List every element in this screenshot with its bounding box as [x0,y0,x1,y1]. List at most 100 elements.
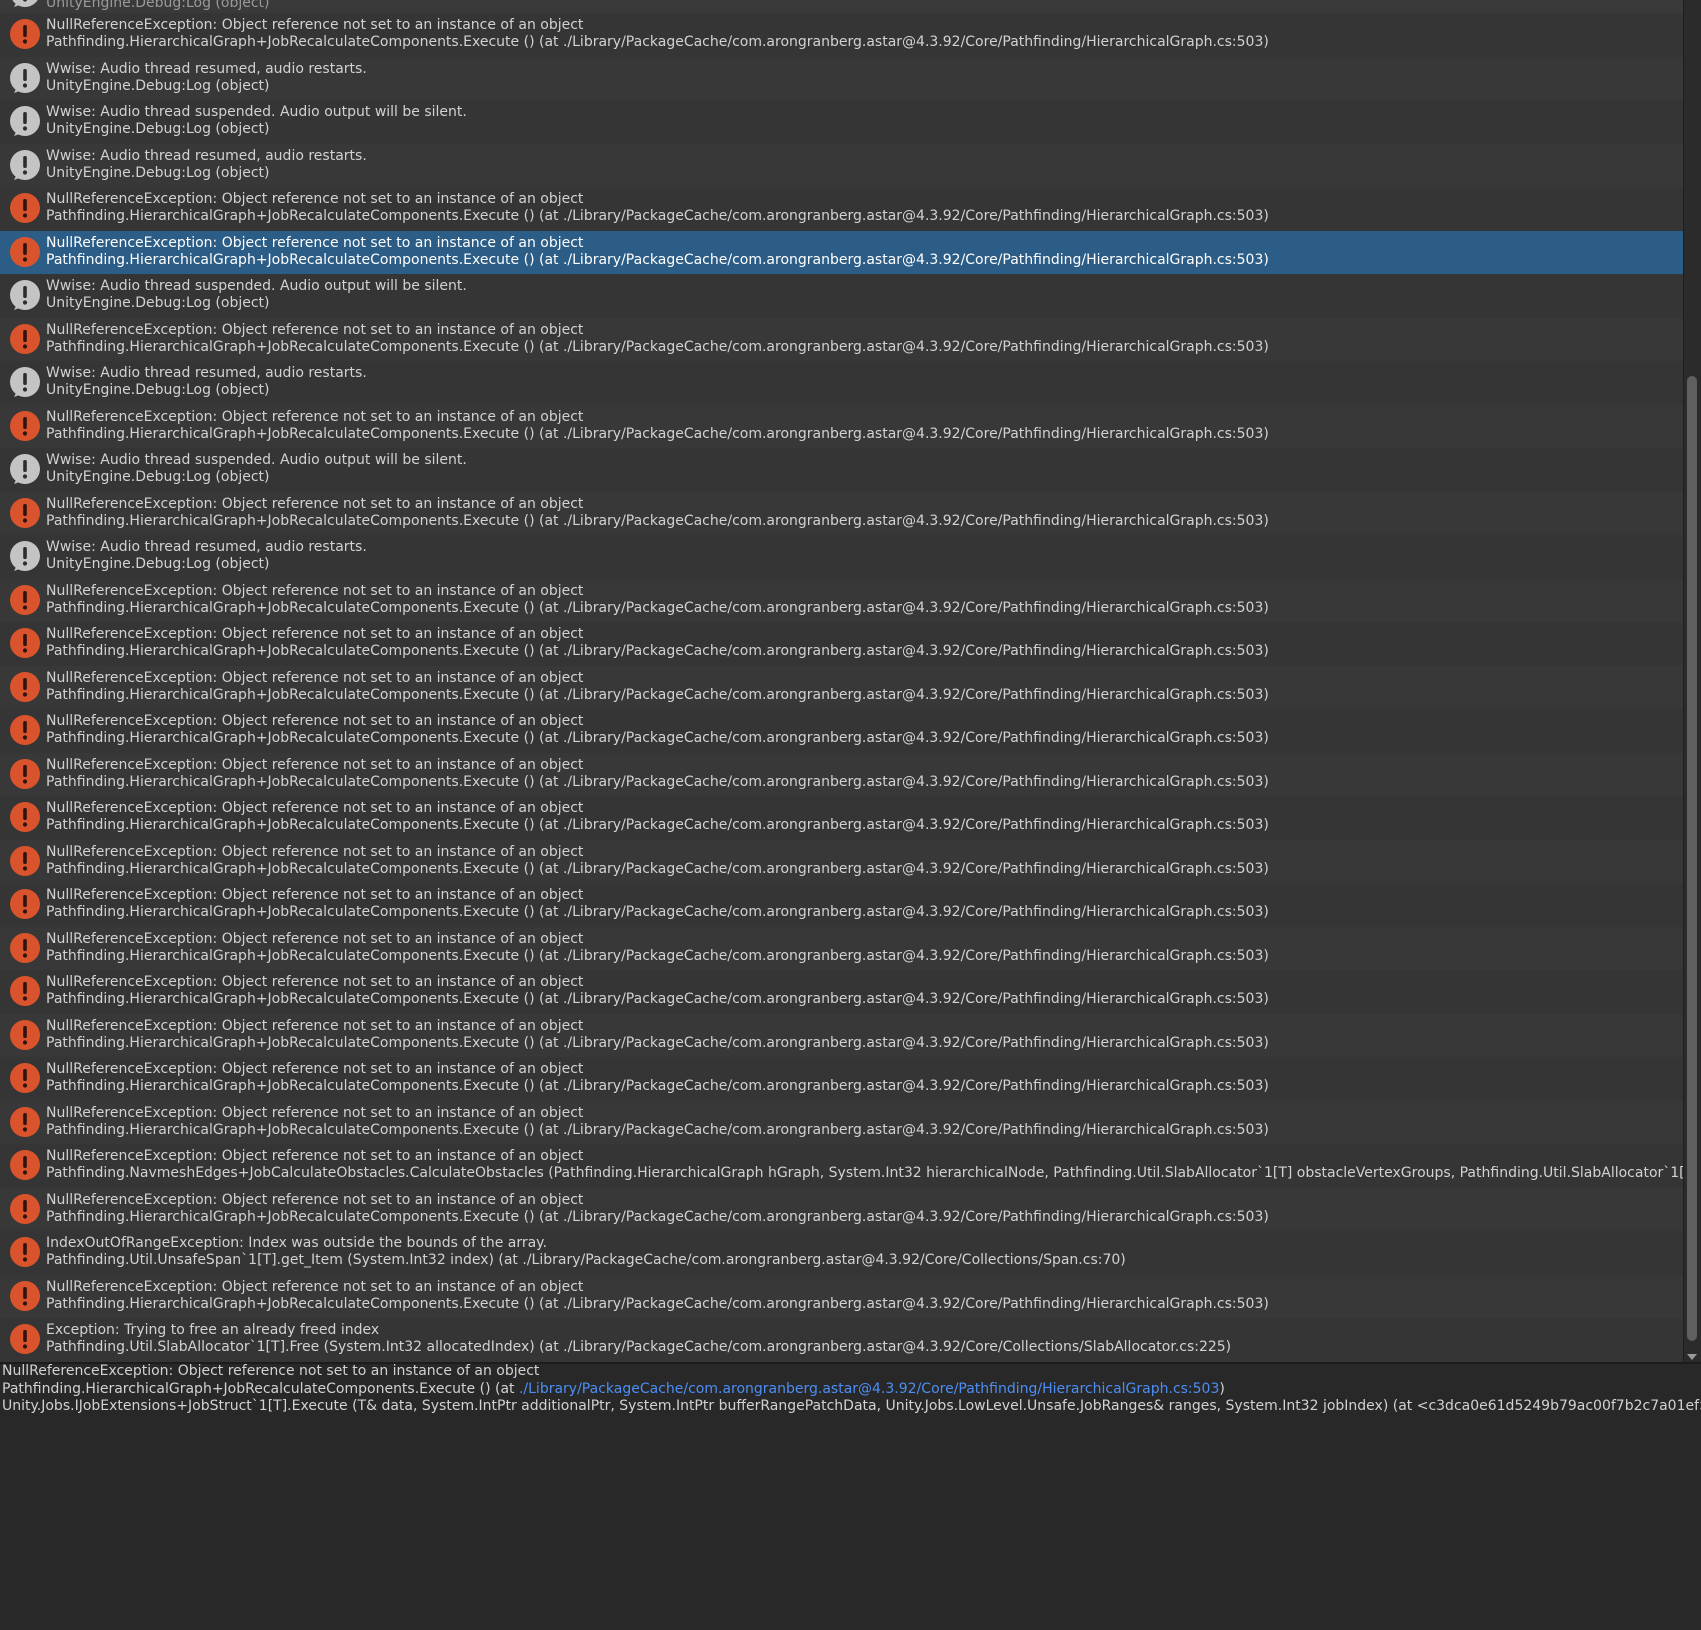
log-entry-message: Wwise: Audio thread resumed, audio resta… [46,365,367,381]
log-entry[interactable]: Exception: Trying to free an already fre… [0,1318,1683,1362]
log-entry-stack: Pathfinding.HierarchicalGraph+JobRecalcu… [46,1078,1269,1094]
log-entry-stack: UnityEngine.Debug:Log (object) [46,164,270,181]
log-entry-message: NullReferenceException: Object reference… [46,669,584,686]
log-entry-stack: Pathfinding.HierarchicalGraph+JobRecalcu… [46,1121,1269,1138]
log-entry-message: NullReferenceException: Object reference… [46,756,584,773]
detail-stack-suffix: ) [1219,1380,1225,1397]
log-entry[interactable]: NullReferenceException: Object reference… [0,883,1683,927]
log-entry[interactable]: NullReferenceException: Object reference… [0,1274,1683,1318]
log-entry-stack: Pathfinding.HierarchicalGraph+JobRecalcu… [46,686,1269,703]
log-entry[interactable]: NullReferenceException: Object reference… [0,839,1683,883]
log-entry-message: NullReferenceException: Object reference… [46,191,584,207]
log-entry-stack: Pathfinding.Util.UnsafeSpan`1[T].get_Ite… [46,1252,1126,1268]
log-entry-message: NullReferenceException: Object reference… [46,1191,584,1208]
log-entry-stack: Pathfinding.HierarchicalGraph+JobRecalcu… [46,730,1269,746]
error-icon [10,323,40,354]
error-icon [10,1280,40,1311]
log-entry[interactable]: NullReferenceException: Object reference… [0,1013,1683,1057]
log-entry[interactable]: NullReferenceException: Object reference… [0,317,1683,361]
error-icon [10,1324,40,1354]
log-entry-message: NullReferenceException: Object reference… [46,234,584,251]
error-icon [10,715,40,745]
log-entry-stack: Pathfinding.HierarchicalGraph+JobRecalcu… [46,773,1269,790]
log-entry[interactable]: NullReferenceException: Object reference… [0,970,1683,1014]
log-entry[interactable]: Wwise: Audio thread resumed, audio resta… [0,143,1683,187]
log-entry-stack: Pathfinding.HierarchicalGraph+JobRecalcu… [46,425,1269,442]
detail-stack-prefix: Pathfinding.HierarchicalGraph+JobRecalcu… [2,1380,519,1397]
error-icon [10,1106,40,1137]
log-entry-message: Wwise: Audio thread resumed, audio resta… [46,60,367,77]
log-entry-stack: Pathfinding.HierarchicalGraph+JobRecalcu… [46,860,1269,877]
log-entry[interactable]: NullReferenceException: Object reference… [0,187,1683,231]
log-entry[interactable]: NullReferenceException: Object reference… [0,13,1683,57]
log-entry[interactable]: NullReferenceException: Object reference… [0,1187,1683,1231]
log-entry-stack: UnityEngine.Debug:Log (object) [46,469,270,485]
error-icon [10,889,40,919]
log-entry-stack: Pathfinding.Util.SlabAllocator`1[T].Free… [46,1339,1232,1355]
source-file-link[interactable]: ./Library/PackageCache/com.arongranberg.… [519,1381,1219,1397]
log-entry-stack: Pathfinding.HierarchicalGraph+JobRecalcu… [46,991,1269,1007]
log-entry[interactable]: NullReferenceException: Object reference… [0,796,1683,840]
log-entry-stack: Pathfinding.HierarchicalGraph+JobRecalcu… [46,947,1269,964]
scrollbar-thumb[interactable] [1687,376,1697,1341]
console-log-list[interactable]: UnityEngine.Debug:Log (object) NullRefer… [0,0,1683,1362]
log-entry[interactable]: NullReferenceException: Object reference… [0,926,1683,970]
error-icon [10,802,40,832]
log-entry-stack: UnityEngine.Debug:Log (object) [46,77,270,94]
stack-trace-detail: NullReferenceException: Object reference… [0,1363,1701,1630]
log-entry[interactable]: NullReferenceException: Object reference… [0,491,1683,535]
scroll-down-arrow-icon[interactable] [1687,1354,1697,1360]
log-entry-message: NullReferenceException: Object reference… [46,887,584,903]
log-entry[interactable]: Wwise: Audio thread suspended. Audio out… [0,274,1683,318]
log-entry-stack: UnityEngine.Debug:Log (object) [46,382,270,398]
detail-stack-line: Pathfinding.HierarchicalGraph+JobRecalcu… [2,1381,1225,1399]
log-entry-stack: UnityEngine.Debug:Log (object) [46,556,270,572]
log-entry[interactable]: Wwise: Audio thread resumed, audio resta… [0,535,1683,579]
log-entry[interactable]: IndexOutOfRangeException: Index was outs… [0,1231,1683,1275]
error-icon [10,1150,40,1180]
log-entry[interactable]: Wwise: Audio thread suspended. Audio out… [0,100,1683,144]
log-entry-message: NullReferenceException: Object reference… [46,843,584,860]
detail-message: NullReferenceException: Object reference… [2,1363,540,1379]
log-entry[interactable]: Wwise: Audio thread resumed, audio resta… [0,56,1683,100]
log-entry-message: NullReferenceException: Object reference… [46,1104,584,1121]
log-entry-stack: Pathfinding.HierarchicalGraph+JobRecalcu… [46,599,1269,616]
log-entry[interactable]: NullReferenceException: Object reference… [0,1057,1683,1101]
log-entry[interactable]: NullReferenceException: Object reference… [0,1144,1683,1188]
info-icon [10,541,40,571]
log-entry[interactable]: NullReferenceException: Object reference… [0,665,1683,709]
log-entry-stack: Pathfinding.HierarchicalGraph+JobRecalcu… [46,1034,1269,1051]
log-entry[interactable]: NullReferenceException: Object reference… [0,578,1683,622]
info-icon [10,0,40,7]
log-entry[interactable]: NullReferenceException: Object reference… [0,404,1683,448]
log-entry-text: UnityEngine.Debug:Log (object) [46,0,270,11]
log-entry[interactable]: NullReferenceException: Object reference… [0,709,1683,753]
log-entry[interactable]: NullReferenceException: Object reference… [0,752,1683,796]
log-entry-message: NullReferenceException: Object reference… [46,713,584,729]
log-entry-message: NullReferenceException: Object reference… [46,408,584,425]
log-entry-partial[interactable]: UnityEngine.Debug:Log (object) [0,0,1683,13]
log-entry[interactable]: NullReferenceException: Object reference… [0,622,1683,666]
error-icon [10,671,40,702]
log-entry[interactable]: Wwise: Audio thread suspended. Audio out… [0,448,1683,492]
log-entry-stack: Pathfinding.NavmeshEdges+JobCalculateObs… [46,1165,1683,1181]
log-entry[interactable]: NullReferenceException: Object reference… [0,230,1683,274]
error-icon [10,497,40,528]
info-icon [10,149,40,180]
info-icon [10,280,40,310]
error-icon [10,193,40,223]
info-icon [10,62,40,93]
log-entry[interactable]: NullReferenceException: Object reference… [0,1100,1683,1144]
error-icon [10,1019,40,1050]
console-scrollbar[interactable] [1683,0,1701,1362]
log-entry-message: NullReferenceException: Object reference… [46,626,584,642]
log-entry-message: NullReferenceException: Object reference… [46,17,584,33]
log-entry-stack: Pathfinding.HierarchicalGraph+JobRecalcu… [46,338,1269,355]
log-entry-message: NullReferenceException: Object reference… [46,800,584,816]
log-entry-stack: Pathfinding.HierarchicalGraph+JobRecalcu… [46,817,1269,833]
log-entry-stack: Pathfinding.HierarchicalGraph+JobRecalcu… [46,643,1269,659]
error-icon [10,628,40,658]
log-entry-message: Wwise: Audio thread suspended. Audio out… [46,278,467,294]
log-entry-stack: Pathfinding.HierarchicalGraph+JobRecalcu… [46,251,1269,268]
log-entry[interactable]: Wwise: Audio thread resumed, audio resta… [0,361,1683,405]
